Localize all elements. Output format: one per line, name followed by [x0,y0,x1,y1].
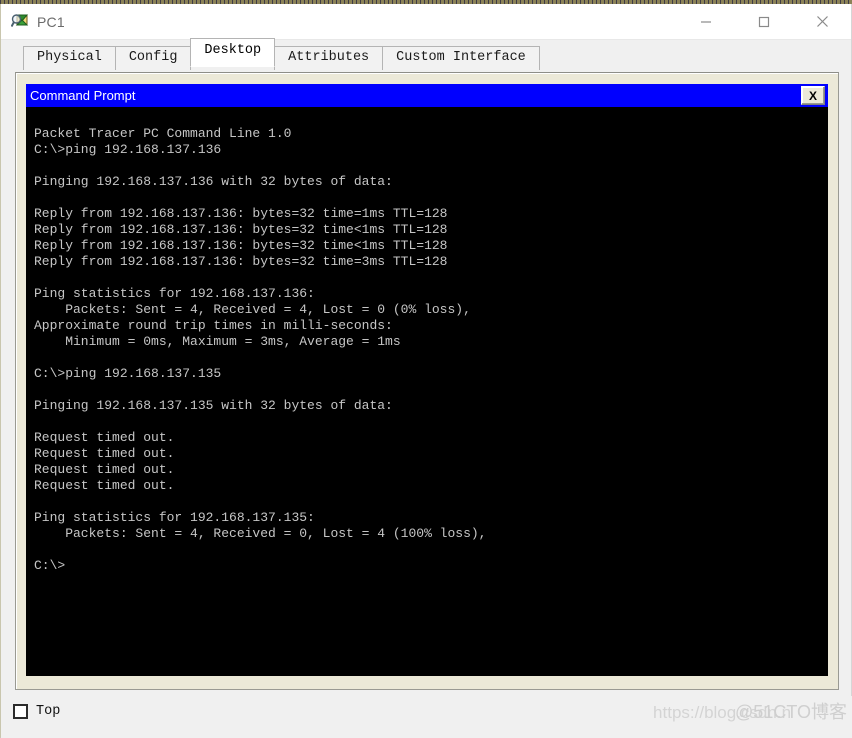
window-title: PC1 [37,13,65,30]
terminal-output-area[interactable]: Packet Tracer PC Command Line 1.0 C:\>pi… [26,107,828,676]
desktop-panel: Command Prompt X Packet Tracer PC Comman… [15,72,839,690]
tab-custom-interface[interactable]: Custom Interface [382,46,540,70]
device-tabs: Physical Config Desktop Attributes Custo… [1,38,851,70]
packet-tracer-pc-icon [10,13,29,31]
window-titlebar: PC1 [1,4,851,40]
terminal-output-text: Packet Tracer PC Command Line 1.0 C:\>pi… [34,126,487,573]
tab-attributes[interactable]: Attributes [274,46,384,70]
pc1-device-window: PC1 Physical Config Desktop Attributes C… [0,0,852,738]
tab-desktop[interactable]: Desktop [190,38,276,67]
close-button[interactable] [793,4,851,39]
window-controls [677,4,851,39]
main-window: PC1 Physical Config Desktop Attributes C… [0,4,852,738]
command-prompt-close-button[interactable]: X [801,86,825,105]
watermark-url: https://blog.csdn.n [653,703,792,722]
watermark: https://blog.csdn.n@51CTO博客 [653,698,847,724]
top-checkbox[interactable] [13,704,28,719]
tab-config[interactable]: Config [114,46,192,70]
minimize-button[interactable] [677,4,735,39]
top-checkbox-label: Top [36,704,61,719]
watermark-author: @51CTO博客 [735,702,847,722]
tab-physical[interactable]: Physical [23,46,116,70]
maximize-button[interactable] [735,4,793,39]
top-checkbox-row: Top [13,704,60,719]
bottom-bar: Top https://blog.csdn.n@51CTO博客 [1,696,852,738]
command-prompt-window: Command Prompt X Packet Tracer PC Comman… [26,84,828,676]
command-prompt-title: Command Prompt [30,88,136,103]
command-prompt-titlebar: Command Prompt X [26,84,828,107]
